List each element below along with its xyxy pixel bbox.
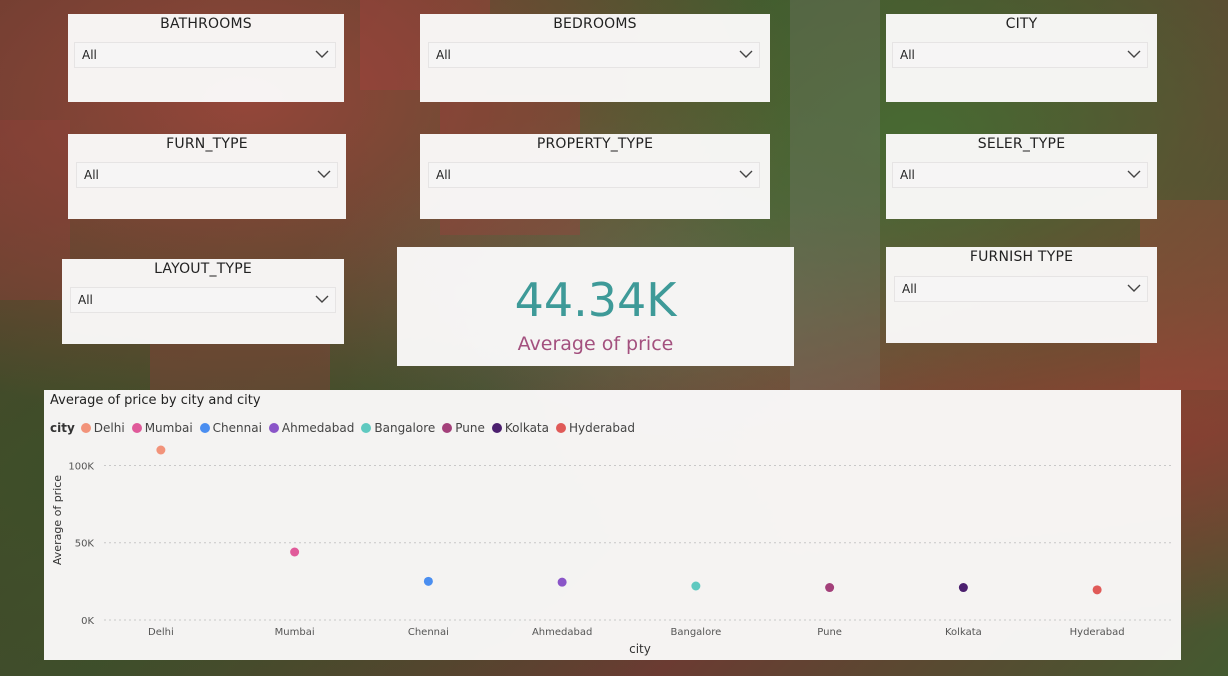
dropdown-value: All [900,168,915,182]
data-point[interactable] [423,576,433,586]
x-axis-label: city [629,642,651,656]
chevron-down-icon [1127,170,1141,178]
furn-type-dropdown[interactable]: All [76,162,338,188]
property-type-dropdown[interactable]: All [428,162,760,188]
y-axis-label: Average of price [51,475,64,565]
chart-plot: 0K 50K 100K Delhi Mumbai Chennai Ahmedabad Ban… [51,445,1174,656]
x-tick-label: Ahmedabad [532,627,592,638]
furnish-type-dropdown[interactable]: All [894,276,1148,302]
dropdown-value: All [436,48,451,62]
dropdown-value: All [82,48,97,62]
data-point[interactable] [825,583,835,593]
seler-type-dropdown[interactable]: All [892,162,1148,188]
city-dropdown[interactable]: All [892,42,1148,68]
x-tick-label: Hyderabad [1070,627,1125,638]
data-point[interactable] [1092,585,1102,595]
dropdown-value: All [84,168,99,182]
slicer-title: FURNISH TYPE [969,249,1074,265]
slicer-property-type: PROPERTY_TYPE All [420,134,770,219]
kpi-label: Average of price [517,333,674,355]
chevron-down-icon [739,170,753,178]
data-point[interactable] [691,581,701,591]
chevron-down-icon [315,295,329,303]
chevron-down-icon [739,50,753,58]
slicer-layout-type: LAYOUT_TYPE All [62,259,344,344]
slicer-title: CITY [1005,16,1038,32]
chevron-down-icon [1127,50,1141,58]
kpi-card: 44.34K Average of price [397,247,794,366]
slicer-bedrooms: BEDROOMS All [420,14,770,102]
dropdown-value: All [78,293,93,307]
dropdown-value: All [900,48,915,62]
x-tick-label: Delhi [148,627,174,638]
x-tick-label: Pune [817,627,842,638]
slicer-title: BATHROOMS [160,16,252,32]
data-point[interactable] [557,577,567,587]
slicer-title: SELER_TYPE [977,136,1066,152]
data-point[interactable] [290,547,300,557]
slicer-bathrooms: BATHROOMS All [68,14,344,102]
x-tick-label: Chennai [408,627,449,638]
slicer-title: PROPERTY_TYPE [536,136,654,152]
slicer-city: CITY All [886,14,1157,102]
x-tick-label: Kolkata [945,627,982,638]
y-tick-label: 0K [81,616,94,627]
slicer-title: BEDROOMS [553,16,637,32]
layout-type-dropdown[interactable]: All [70,287,336,313]
chevron-down-icon [317,170,331,178]
x-tick-label: Bangalore [671,627,722,638]
bathrooms-dropdown[interactable]: All [74,42,336,68]
bedrooms-dropdown[interactable]: All [428,42,760,68]
slicer-seler-type: SELER_TYPE All [886,134,1157,219]
y-tick-label: 50K [75,539,95,550]
data-point[interactable] [156,445,166,455]
slicer-title: LAYOUT_TYPE [154,261,252,277]
dropdown-value: All [902,282,917,296]
slicer-furnish-type: FURNISH TYPE All [886,247,1157,343]
scatter-chart[interactable]: Average of price by city and city city D… [44,390,1181,660]
y-tick-label: 100K [68,461,94,472]
chevron-down-icon [315,50,329,58]
chevron-down-icon [1127,284,1141,292]
slicer-title: FURN_TYPE [166,136,248,152]
x-tick-label: Mumbai [275,627,315,638]
slicer-furn-type: FURN_TYPE All [68,134,346,219]
data-point[interactable] [958,583,968,593]
dropdown-value: All [436,168,451,182]
kpi-value: 44.34K [514,273,677,327]
